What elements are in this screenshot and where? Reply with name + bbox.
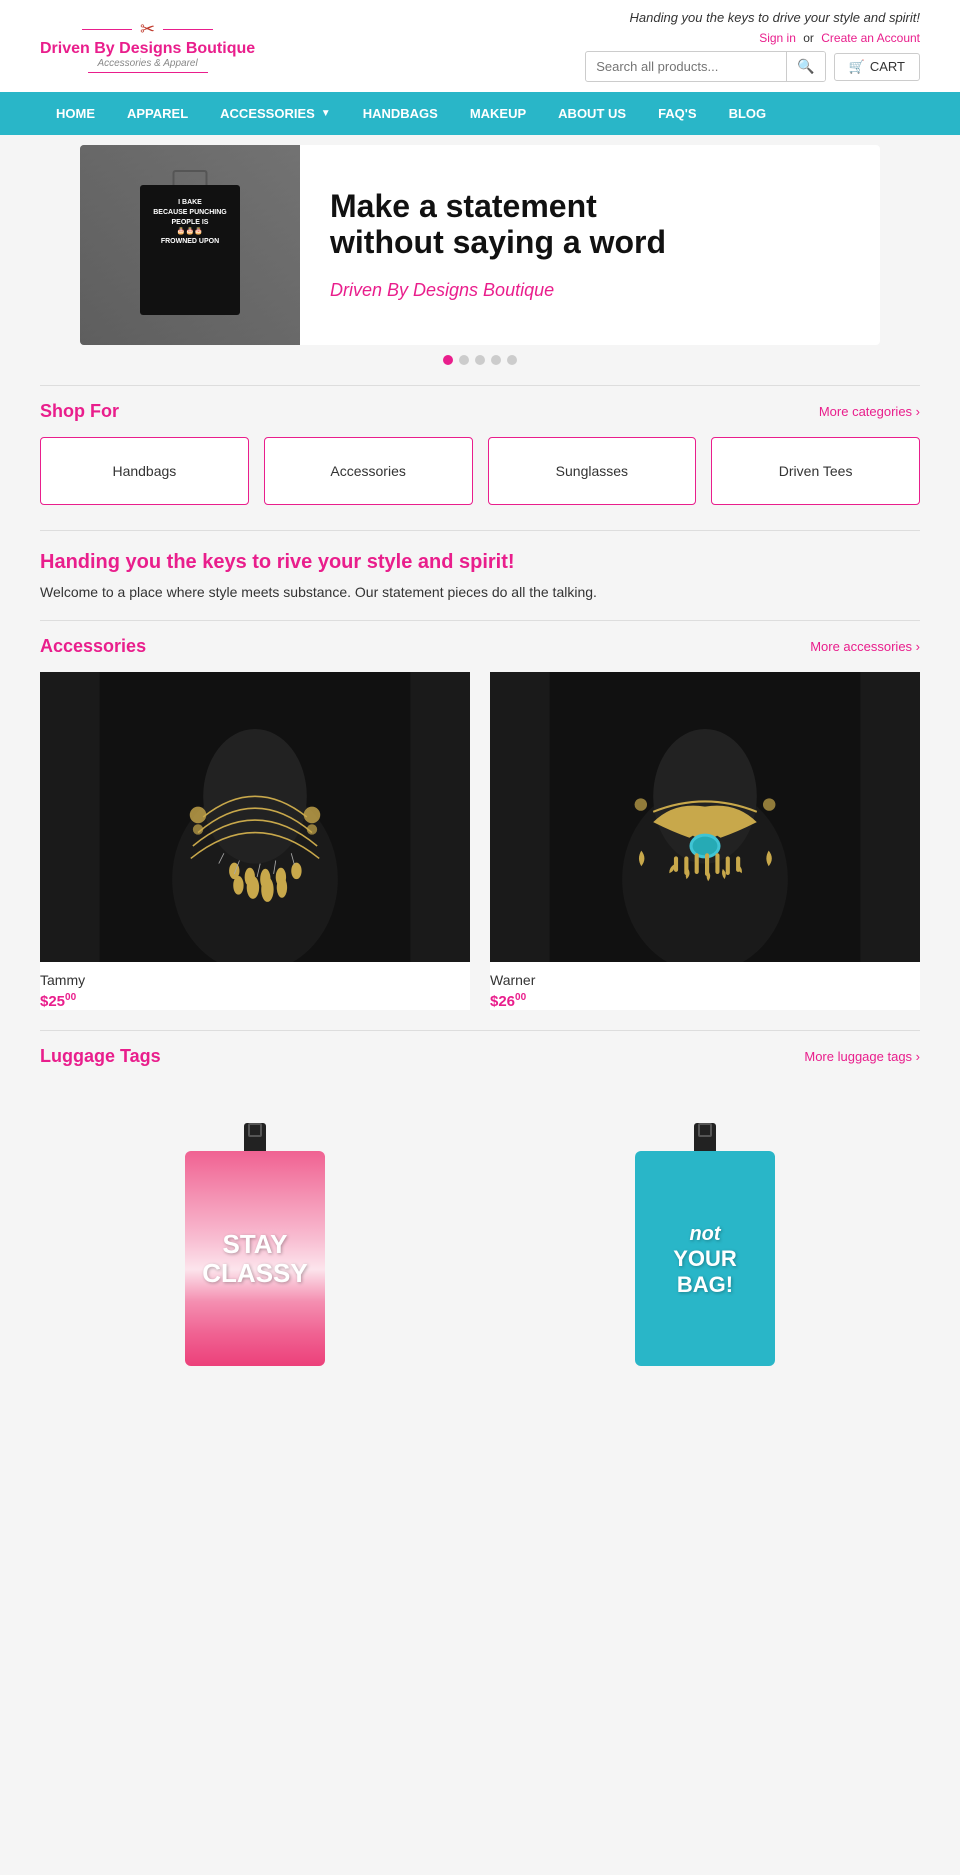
luggage-not-your-bag[interactable]: not YOUR BAG! [490,1082,920,1362]
luggage-tags-title: Luggage Tags [40,1046,161,1067]
auth-or: or [803,31,814,45]
product-tammy-name: Tammy [40,972,470,988]
divider-shop-for [40,385,920,386]
category-driven-tees[interactable]: Driven Tees [711,437,920,505]
signin-link[interactable]: Sign in [759,31,796,45]
divider-luggage [40,1030,920,1031]
search-cart-row: 🔍 🛒 CART [585,51,920,82]
accessories-dropdown-arrow: ▼ [321,108,331,119]
create-account-link[interactable]: Create an Account [821,31,920,45]
search-input[interactable] [586,53,786,80]
logo-title: Driven By Designs Boutique [40,40,255,58]
hero-banner: I BAKEBECAUSE PUNCHINGPEOPLE IS🎂🎂🎂FROWNE… [80,145,880,345]
divider-tagline [40,530,920,531]
cart-label: CART [870,59,905,74]
hero-dot-2[interactable] [459,355,469,365]
more-categories-link[interactable]: More categories › [819,404,920,419]
nav-makeup[interactable]: MAKEUP [454,92,542,135]
logo-subtitle: Accessories & Apparel [97,58,197,69]
hero-dot-3[interactable] [475,355,485,365]
site-tagline: Handing you the keys to drive your style… [630,10,920,25]
main-content: Shop For More categories › Handbags Acce… [0,385,960,1362]
cart-button[interactable]: 🛒 CART [834,53,920,81]
product-tammy-price: $2500 [40,992,470,1010]
tagline-description: Welcome to a place where style meets sub… [40,584,920,600]
product-warner[interactable]: Warner $2600 [490,672,920,1010]
hero-text-area: Make a statement without saying a word D… [300,145,880,345]
header: ✂ Driven By Designs Boutique Accessories… [0,0,960,135]
product-warner-image [490,672,920,962]
hero-dots [80,355,880,365]
header-right: Handing you the keys to drive your style… [585,10,920,82]
hero-brand: Driven By Designs Boutique [330,280,850,301]
accessories-product-grid: Tammy $2500 [40,672,920,1010]
category-grid: Handbags Accessories Sunglasses Driven T… [40,437,920,505]
product-warner-price: $2600 [490,992,920,1010]
tagline-section: Handing you the keys to rive your style … [40,551,920,600]
divider-accessories [40,620,920,621]
hero-image: I BAKEBECAUSE PUNCHINGPEOPLE IS🎂🎂🎂FROWNE… [80,145,300,345]
search-box: 🔍 [585,51,825,82]
auth-links: Sign in or Create an Account [759,31,920,45]
hero-dot-4[interactable] [491,355,501,365]
nav-accessories[interactable]: ACCESSORIES ▼ [204,92,347,135]
cart-icon: 🛒 [849,59,865,75]
accessories-title: Accessories [40,636,146,657]
nav-bar: HOME APPAREL ACCESSORIES ▼ HANDBAGS MAKE… [0,92,960,135]
luggage-blue-tag: not YOUR BAG! [635,1117,775,1366]
nav-about-us[interactable]: ABOUT US [542,92,642,135]
shop-for-header: Shop For More categories › [40,401,920,422]
scissors-icon: ✂ [140,19,155,40]
product-warner-name: Warner [490,972,920,988]
luggage-stay-classy[interactable]: STAY CLASSY [40,1082,470,1362]
nav-home[interactable]: HOME [40,92,111,135]
nav-apparel[interactable]: APPAREL [111,92,204,135]
nav-blog[interactable]: BLOG [713,92,783,135]
accessories-header: Accessories More accessories › [40,636,920,657]
search-button[interactable]: 🔍 [786,52,824,81]
category-handbags[interactable]: Handbags [40,437,249,505]
luggage-tags-header: Luggage Tags More luggage tags › [40,1046,920,1067]
luggage-pink-image: STAY CLASSY [40,1082,470,1362]
nav-faqs[interactable]: FAQ'S [642,92,713,135]
hero-headline: Make a statement without saying a word [330,189,850,259]
tagline-title: Handing you the keys to rive your style … [40,551,920,574]
logo[interactable]: ✂ Driven By Designs Boutique Accessories… [40,19,255,73]
shop-for-title: Shop For [40,401,119,422]
product-tammy-image [40,672,470,962]
tammy-necklace-svg [40,672,470,962]
luggage-blue-image: not YOUR BAG! [490,1082,920,1362]
hero-dot-1[interactable] [443,355,453,365]
luggage-pink-tag: STAY CLASSY [185,1117,325,1366]
hero-dot-5[interactable] [507,355,517,365]
more-luggage-link[interactable]: More luggage tags › [804,1049,920,1064]
luggage-grid: STAY CLASSY not Y [40,1082,920,1362]
category-sunglasses[interactable]: Sunglasses [488,437,697,505]
more-accessories-link[interactable]: More accessories › [810,639,920,654]
product-tammy[interactable]: Tammy $2500 [40,672,470,1010]
header-top: ✂ Driven By Designs Boutique Accessories… [0,0,960,92]
nav-handbags[interactable]: HANDBAGS [347,92,454,135]
warner-necklace-svg [490,672,920,962]
category-accessories[interactable]: Accessories [264,437,473,505]
hero-wrapper: I BAKEBECAUSE PUNCHINGPEOPLE IS🎂🎂🎂FROWNE… [0,145,960,365]
